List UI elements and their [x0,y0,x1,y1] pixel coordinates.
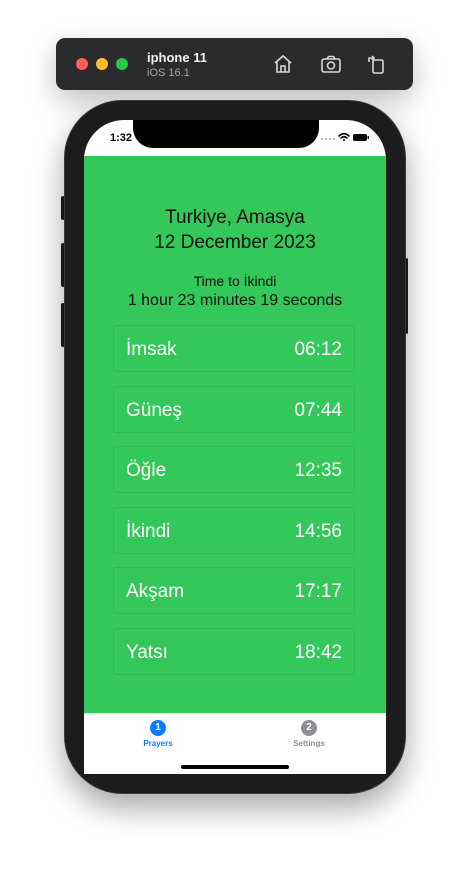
rotate-icon[interactable] [365,52,389,76]
countdown-label: 1 hour 23 minutes 19 seconds [127,292,343,309]
signal-icon [320,137,336,141]
tab-settings-label: Settings [293,739,325,748]
prayer-name: Yatsı [126,642,168,663]
tab-settings-icon: 2 [301,720,317,736]
prayer-time: 07:44 [294,400,342,421]
minimize-window-button[interactable] [96,58,108,70]
prayer-time: 12:35 [294,460,342,481]
simulator-toolbar: iphone 11 iOS 16.1 [56,38,413,90]
device-name: iphone 11 [147,50,207,65]
next-prayer-label: Time to İkindi [193,273,277,289]
camera-icon[interactable] [319,52,343,76]
wifi-icon [338,132,350,141]
zoom-window-button[interactable] [116,58,128,70]
home-icon[interactable] [271,52,295,76]
tab-prayers[interactable]: 1 Prayers [118,720,198,748]
prayer-name: Akşam [126,581,185,602]
tab-settings[interactable]: 2 Settings [269,720,349,748]
prayer-row-yatsi: Yatsı 18:42 [113,628,355,675]
prayer-time: 06:12 [294,339,342,360]
location-label: Turkiye, Amasya [165,207,305,228]
os-version: iOS 16.1 [147,67,190,79]
home-indicator[interactable] [181,765,289,769]
prayer-row-ikindi: İkindi 14:56 [113,507,355,554]
prayer-time: 18:42 [294,642,342,663]
prayer-time: 14:56 [294,521,342,542]
notch [133,120,319,148]
status-time: 1:32 [110,132,133,144]
prayer-time: 17:17 [294,581,342,602]
prayer-row-ogle: Öğle 12:35 [113,446,355,493]
status-icons [319,130,371,144]
prayer-name: Güneş [126,400,182,421]
prayer-name: İkindi [126,521,171,542]
close-window-button[interactable] [76,58,88,70]
date-label: 12 December 2023 [154,232,316,253]
prayer-name: İmsak [126,339,177,360]
prayer-row-gunes: Güneş 07:44 [113,386,355,433]
prayer-row-aksam: Akşam 17:17 [113,567,355,614]
battery-icon [353,134,369,141]
prayer-name: Öğle [126,460,167,481]
tab-prayers-label: Prayers [143,739,173,748]
prayer-row-imsak: İmsak 06:12 [113,325,355,372]
tab-prayers-icon: 1 [150,720,166,736]
